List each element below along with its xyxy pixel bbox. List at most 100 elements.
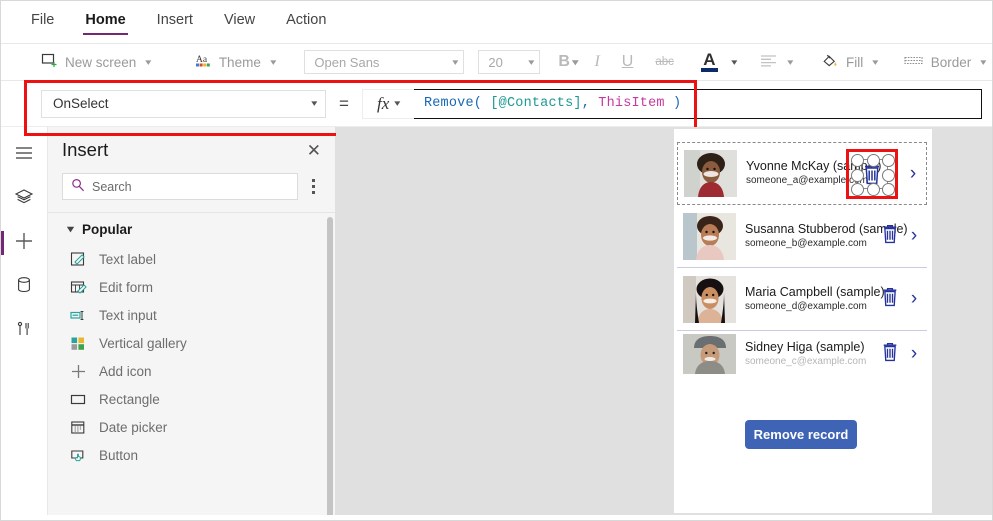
next-arrow-icon[interactable]: ›: [901, 225, 927, 247]
font-size-select[interactable]: 20 ▾: [478, 50, 541, 74]
gallery-row[interactable]: Sidney Higa (sample) someone_c@example.c…: [677, 331, 927, 377]
insert-item-edit-form[interactable]: Edit form: [48, 273, 335, 301]
insert-item-rectangle[interactable]: Rectangle: [48, 385, 335, 413]
insert-item-label: Rectangle: [99, 391, 160, 407]
fill-bucket-icon: [821, 52, 839, 73]
border-label: Border: [930, 54, 972, 70]
vertical-gallery-icon: [70, 335, 87, 352]
remove-record-button[interactable]: Remove record: [745, 420, 857, 449]
gallery-row[interactable]: Yvonne McKay (sample) someone_a@example.…: [677, 142, 927, 205]
font-size-value: 20: [488, 54, 503, 70]
text-label-icon: [70, 251, 87, 268]
fill-label: Fill: [845, 54, 864, 70]
next-arrow-icon[interactable]: ›: [901, 288, 927, 310]
annotation-rect-trash-icon: [846, 149, 898, 199]
chevron-down-icon: ▾: [872, 56, 879, 67]
theme-icon: Aa: [195, 52, 212, 72]
insert-item-text-input[interactable]: Text input: [48, 301, 335, 329]
menu-tab-view[interactable]: View: [222, 9, 257, 35]
fill-button[interactable]: Fill ▾: [815, 48, 884, 77]
insert-group-popular[interactable]: ▾ Popular: [48, 213, 335, 245]
contact-text: Susanna Stubberod (sample) someone_b@exa…: [736, 222, 908, 251]
theme-button[interactable]: Aa Theme ▾: [189, 48, 282, 76]
delete-icon[interactable]: [879, 286, 901, 312]
hamburger-menu-icon: [14, 145, 34, 166]
chevron-down-icon: ▾: [528, 56, 535, 67]
insert-plus-icon: [13, 230, 35, 257]
new-screen-button[interactable]: New screen ▾: [35, 48, 157, 76]
contact-avatar: [684, 150, 737, 197]
contact-avatar: [683, 212, 736, 260]
formula-token-thisitem: ThisItem: [598, 96, 665, 111]
delete-icon[interactable]: [879, 223, 901, 249]
menu-tab-action[interactable]: Action: [284, 9, 328, 35]
close-icon[interactable]: ✕: [307, 142, 321, 159]
italic-button[interactable]: I: [583, 53, 610, 71]
theme-group: Aa Theme ▾: [173, 44, 294, 80]
insert-item-label: Date picker: [99, 419, 168, 435]
text-align-button[interactable]: ▾: [754, 50, 799, 75]
trash-icon: [881, 341, 899, 367]
fx-label: fx: [377, 93, 390, 113]
insert-item-label: Text input: [99, 307, 157, 323]
border-button[interactable]: Border ▾: [898, 50, 992, 75]
rectangle-icon: [70, 391, 87, 408]
underline-button[interactable]: U: [611, 53, 645, 71]
rail-item-data[interactable]: [1, 265, 47, 309]
formula-input[interactable]: Remove( [@Contacts] , ThisItem ): [413, 88, 982, 119]
new-screen-group: New screen ▾: [1, 44, 173, 80]
formula-token-space: [482, 96, 490, 111]
font-family-select[interactable]: Open Sans ▾: [304, 50, 465, 74]
search-icon: [71, 178, 85, 195]
chevron-down-icon: ▾: [980, 56, 987, 67]
power-apps-studio-window: File Home Insert View Action New screen …: [0, 0, 993, 521]
rail-item-tree-view[interactable]: [1, 177, 47, 221]
rail-item-advanced-tools[interactable]: [1, 309, 47, 353]
rail-item-insert[interactable]: [1, 221, 47, 265]
contact-email: someone_b@example.com: [745, 237, 867, 249]
gallery-row[interactable]: Susanna Stubberod (sample) someone_b@exa…: [677, 205, 927, 268]
more-options-icon[interactable]: [306, 176, 321, 197]
chevron-down-icon: ▾: [145, 56, 152, 67]
font-color-letter: A: [703, 50, 716, 70]
vertical-gallery: Yvonne McKay (sample) someone_a@example.…: [677, 142, 927, 377]
database-icon: [16, 276, 32, 299]
contact-name: Sidney Higa (sample): [745, 339, 865, 354]
font-family-value: Open Sans: [314, 54, 380, 70]
font-color-button[interactable]: A ▾: [693, 50, 741, 74]
insert-item-add-icon[interactable]: Add icon: [48, 357, 335, 385]
bold-button[interactable]: B ▾: [552, 53, 583, 71]
trash-icon: [881, 223, 899, 249]
menu-tab-insert[interactable]: Insert: [155, 9, 195, 35]
insert-panel-scrollbar[interactable]: [327, 217, 333, 515]
rail-item-hamburger-menu[interactable]: [1, 133, 47, 177]
delete-icon[interactable]: [879, 341, 901, 367]
property-select[interactable]: OnSelect ▾: [41, 89, 326, 118]
next-arrow-icon[interactable]: ›: [901, 343, 927, 365]
insert-item-button[interactable]: Button: [48, 441, 335, 469]
contact-name: Maria Campbell (sample): [745, 284, 885, 299]
fx-button[interactable]: fx ▾: [361, 88, 414, 119]
chevron-down-icon: ▾: [394, 98, 401, 108]
equals-sign: =: [339, 93, 349, 113]
font-group: Open Sans ▾ 20 ▾ B ▾ I U abc A ▾ ▾ Fill …: [293, 44, 993, 80]
menu-tab-home[interactable]: Home: [83, 9, 128, 35]
insert-item-vertical-gallery[interactable]: Vertical gallery: [48, 329, 335, 357]
add-icon: [70, 363, 87, 380]
insert-item-label: Add icon: [99, 363, 152, 379]
search-input[interactable]: Search: [62, 173, 298, 200]
gallery-row[interactable]: Maria Campbell (sample) someone_d@exampl…: [677, 268, 927, 331]
insert-items-list: ▾ Popular Text label Edit form Text inpu…: [48, 212, 335, 515]
date-picker-icon: [70, 419, 87, 436]
strikethrough-button[interactable]: abc: [644, 56, 685, 68]
chevron-down-icon: ▾: [67, 224, 74, 235]
insert-item-text-label[interactable]: Text label: [48, 245, 335, 273]
menu-tab-file[interactable]: File: [29, 9, 56, 35]
menu-bar: File Home Insert View Action: [1, 1, 992, 43]
contact-text: Maria Campbell (sample) someone_d@exampl…: [736, 284, 885, 314]
chevron-down-icon: ▾: [270, 56, 277, 67]
search-placeholder: Search: [92, 179, 132, 194]
next-arrow-icon[interactable]: ›: [900, 163, 926, 185]
contact-avatar: [683, 275, 736, 323]
insert-item-date-picker[interactable]: Date picker: [48, 413, 335, 441]
